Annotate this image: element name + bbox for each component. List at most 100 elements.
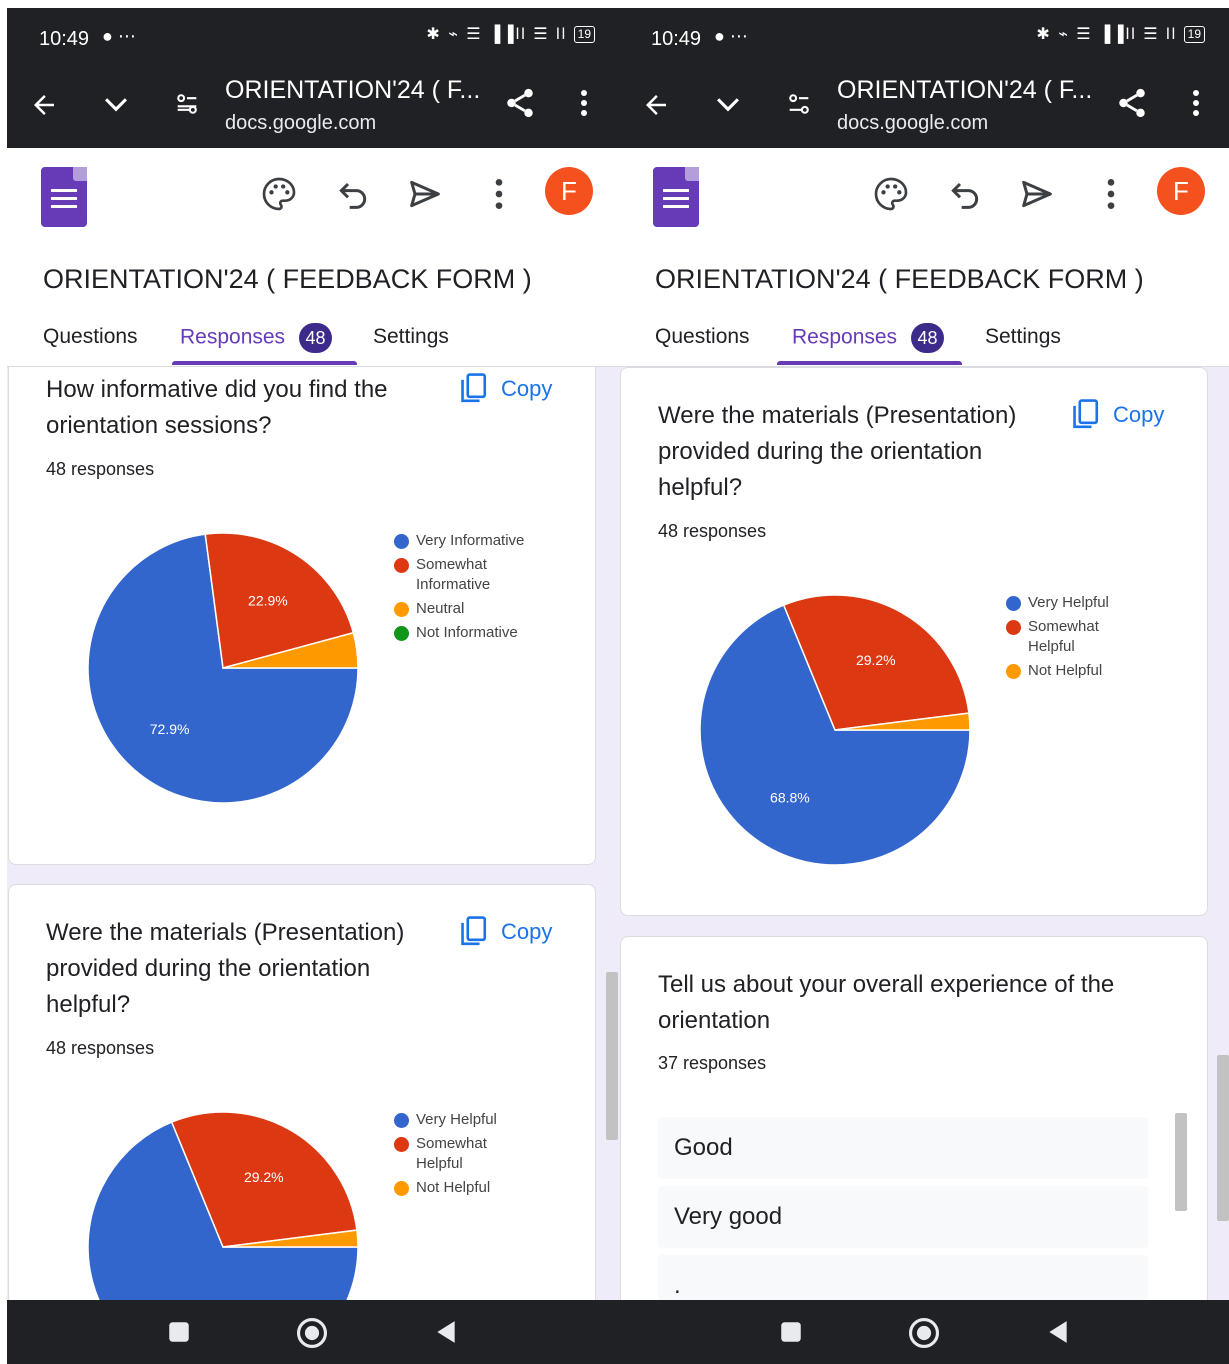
response-count: 37 responses bbox=[658, 1053, 767, 1073]
share-icon[interactable] bbox=[1115, 86, 1149, 120]
copy-label: Copy bbox=[1113, 402, 1165, 427]
responses-count-badge: 48 bbox=[299, 323, 333, 353]
legend-item: Not Helpful bbox=[1006, 661, 1146, 681]
send-icon[interactable] bbox=[1017, 174, 1057, 214]
legend-dot bbox=[394, 1181, 409, 1196]
back-arrow-icon[interactable] bbox=[29, 90, 59, 120]
back-triangle-icon[interactable] bbox=[433, 1318, 459, 1346]
tab-responses-label: Responses bbox=[180, 325, 286, 349]
more-options-icon[interactable] bbox=[1091, 174, 1131, 214]
status-time: 10:49 bbox=[651, 28, 702, 50]
inner-scrollbar[interactable] bbox=[1175, 1113, 1187, 1211]
tab-responses[interactable]: Responses 48 bbox=[180, 323, 333, 353]
legend-label: Somewhat Helpful bbox=[1028, 618, 1099, 655]
copy-icon bbox=[461, 916, 487, 946]
legend-dot bbox=[394, 558, 409, 573]
responses-content: Were the materials (Presentation) provid… bbox=[619, 367, 1229, 1300]
share-icon[interactable] bbox=[503, 86, 537, 120]
site-settings-icon[interactable] bbox=[785, 90, 813, 118]
legend-label: Neutral bbox=[416, 600, 465, 617]
chevron-down-icon[interactable] bbox=[711, 88, 745, 122]
battery-icon: 19 bbox=[573, 26, 595, 44]
active-tab-indicator bbox=[777, 361, 962, 365]
tab-questions[interactable]: Questions bbox=[43, 325, 138, 349]
home-icon[interactable] bbox=[295, 1316, 329, 1350]
chart-legend: Very Helpful Somewhat Helpful Not Helpfu… bbox=[394, 1110, 534, 1202]
responses-content: How informative did you find the orienta… bbox=[7, 367, 619, 1300]
copy-chart-button[interactable]: Copy bbox=[457, 372, 567, 408]
send-icon[interactable] bbox=[405, 174, 445, 214]
browser-bar: ORIENTATION'24 ( F... docs.google.com bbox=[7, 70, 619, 148]
signal-icons: ✱ ⌁ ☰ ▐▐ll ☰ ll bbox=[1036, 26, 1178, 43]
tab-settings[interactable]: Settings bbox=[373, 325, 449, 349]
tab-settings[interactable]: Settings bbox=[985, 325, 1061, 349]
status-bar: 10:49 ● ⋯ ✱ ⌁ ☰ ▐▐ll ☰ ll 19 bbox=[7, 8, 619, 70]
pie-chart-informative: 72.9% 22.9% bbox=[87, 532, 359, 804]
question-card-informative: How informative did you find the orienta… bbox=[8, 367, 596, 865]
chart-legend: Very Helpful Somewhat Helpful Not Helpfu… bbox=[1006, 593, 1146, 685]
url-domain[interactable]: docs.google.com bbox=[225, 112, 376, 135]
legend-item: Very Helpful bbox=[394, 1110, 534, 1130]
phone-screen-right: 10:49 ● ⋯ ✱ ⌁ ☰ ▐▐ll ☰ ll 19 ORIENTATION… bbox=[619, 0, 1229, 1364]
copy-icon bbox=[1073, 399, 1099, 429]
legend-item: Somewhat Helpful bbox=[1006, 617, 1146, 657]
page-title: ORIENTATION'24 ( F... bbox=[837, 76, 1093, 104]
legend-dot bbox=[394, 534, 409, 549]
forms-app-bar: F bbox=[619, 148, 1229, 243]
form-title: ORIENTATION'24 ( FEEDBACK FORM ) bbox=[655, 264, 1144, 294]
recents-icon[interactable] bbox=[166, 1318, 192, 1346]
legend-label: Very Informative bbox=[416, 532, 525, 549]
question-card-materials: Were the materials (Presentation) provid… bbox=[8, 884, 596, 1300]
back-triangle-icon[interactable] bbox=[1045, 1318, 1071, 1346]
legend-dot bbox=[1006, 596, 1021, 611]
recents-icon[interactable] bbox=[778, 1318, 804, 1346]
palette-icon[interactable] bbox=[871, 174, 911, 214]
palette-icon[interactable] bbox=[259, 174, 299, 214]
system-icons: ✱ ⌁ ☰ ▐▐ll ☰ ll 19 bbox=[426, 24, 595, 44]
legend-item: Neutral bbox=[394, 599, 534, 619]
back-arrow-icon[interactable] bbox=[641, 90, 671, 120]
avatar[interactable]: F bbox=[545, 167, 593, 215]
responses-count-badge: 48 bbox=[911, 323, 945, 353]
response-count: 48 responses bbox=[46, 1038, 155, 1058]
scrollbar[interactable] bbox=[606, 972, 618, 1140]
legend-label: Not Informative bbox=[416, 624, 518, 641]
google-forms-logo bbox=[653, 167, 699, 227]
battery-icon: 19 bbox=[1183, 26, 1205, 44]
site-settings-icon[interactable] bbox=[173, 90, 201, 118]
pie-chart-materials: 68.8%29.2% bbox=[699, 594, 971, 866]
system-icons: ✱ ⌁ ☰ ▐▐ll ☰ ll 19 bbox=[1036, 24, 1205, 44]
copy-label: Copy bbox=[501, 376, 553, 401]
legend-dot bbox=[394, 602, 409, 617]
system-nav-bar bbox=[619, 1300, 1229, 1364]
more-vert-icon[interactable] bbox=[573, 88, 595, 118]
tab-responses[interactable]: Responses 48 bbox=[792, 323, 945, 353]
chevron-down-icon[interactable] bbox=[99, 88, 133, 122]
legend-item: Not Helpful bbox=[394, 1178, 534, 1198]
forms-app-bar: F bbox=[7, 148, 619, 243]
legend-label: Not Helpful bbox=[416, 1179, 491, 1196]
copy-chart-button[interactable]: Copy bbox=[1069, 398, 1179, 434]
legend-item: Not Informative bbox=[394, 623, 534, 643]
scrollbar[interactable] bbox=[1217, 1055, 1229, 1221]
avatar[interactable]: F bbox=[1157, 167, 1205, 215]
tab-questions[interactable]: Questions bbox=[655, 325, 750, 349]
more-vert-icon[interactable] bbox=[1185, 88, 1207, 118]
undo-icon[interactable] bbox=[333, 174, 373, 214]
pie-chart-materials: 68.8%29.2% bbox=[87, 1111, 359, 1300]
url-domain[interactable]: docs.google.com bbox=[837, 112, 988, 135]
legend-label: Very Helpful bbox=[1028, 594, 1109, 611]
text-response: Good bbox=[658, 1117, 1148, 1179]
copy-chart-button[interactable]: Copy bbox=[457, 915, 567, 951]
status-bar: 10:49 ● ⋯ ✱ ⌁ ☰ ▐▐ll ☰ ll 19 bbox=[619, 8, 1229, 70]
home-icon[interactable] bbox=[907, 1316, 941, 1350]
legend-label: Not Helpful bbox=[1028, 662, 1103, 679]
legend-item: Somewhat Informative bbox=[394, 555, 534, 595]
chart-legend: Very Informative Somewhat Informative Ne… bbox=[394, 531, 534, 647]
legend-dot bbox=[1006, 620, 1021, 635]
undo-icon[interactable] bbox=[945, 174, 985, 214]
legend-item: Very Helpful bbox=[1006, 593, 1146, 613]
legend-item: Very Informative bbox=[394, 531, 534, 551]
more-options-icon[interactable] bbox=[479, 174, 519, 214]
legend-label: Somewhat Helpful bbox=[416, 1135, 487, 1172]
